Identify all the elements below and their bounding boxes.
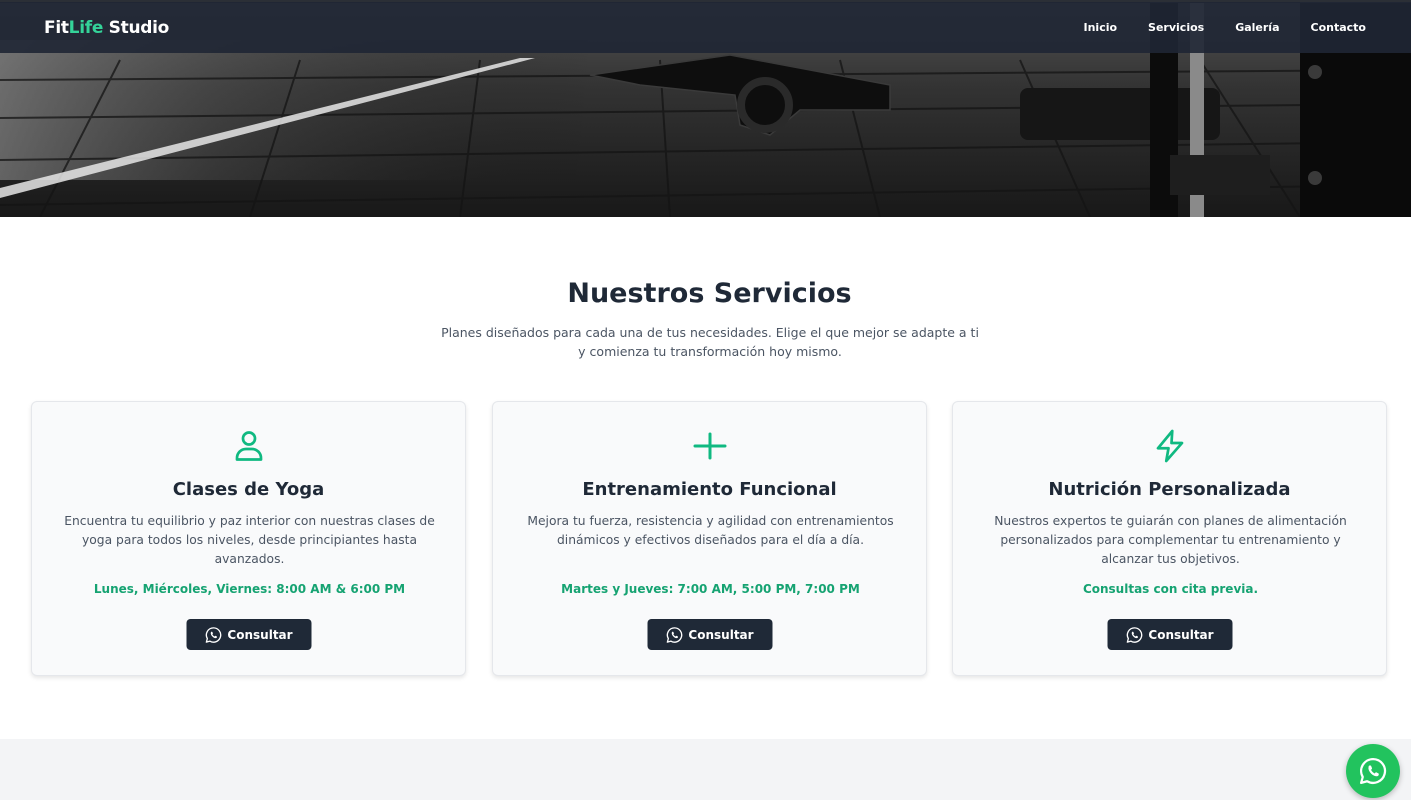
next-section-band bbox=[0, 739, 1411, 800]
section-title: Nuestros Servicios bbox=[567, 278, 852, 309]
card-title: Clases de Yoga bbox=[172, 479, 325, 500]
consult-button-label: Consultar bbox=[1148, 627, 1214, 642]
consult-button-funcional[interactable]: Consultar bbox=[647, 619, 772, 650]
consult-button-label: Consultar bbox=[688, 627, 754, 642]
services-section: Nuestros Servicios Planes diseñados para… bbox=[0, 217, 1411, 739]
nav-links: Inicio Servicios Galería Contacto bbox=[1084, 21, 1367, 34]
card-description: Encuentra tu equilibrio y paz interior c… bbox=[64, 514, 435, 566]
brand-text-studio: Studio bbox=[103, 17, 170, 38]
whatsapp-icon bbox=[1125, 626, 1143, 644]
card-schedule: Lunes, Miércoles, Viernes: 8:00 AM & 6:0… bbox=[93, 582, 406, 596]
service-card-funcional: Entrenamiento Funcional Mejora tu fuerza… bbox=[492, 401, 927, 676]
navbar: FitLife Studio Inicio Servicios Galería … bbox=[0, 2, 1411, 53]
brand-text-life: Life bbox=[68, 17, 104, 38]
service-card-nutricion: Nutrición Personalizada Nuestros experto… bbox=[952, 401, 1387, 676]
lightning-icon bbox=[953, 428, 1386, 464]
consult-button-yoga[interactable]: Consultar bbox=[186, 619, 311, 650]
nav-link-contacto[interactable]: Contacto bbox=[1311, 21, 1366, 34]
card-schedule: Martes y Jueves: 7:00 AM, 5:00 PM, 7:00 … bbox=[561, 582, 860, 596]
section-subtitle: Planes diseñados para cada una de tus ne… bbox=[441, 325, 979, 359]
card-title: Nutrición Personalizada bbox=[1048, 479, 1291, 500]
plus-icon bbox=[493, 428, 926, 464]
consult-button-nutricion[interactable]: Consultar bbox=[1107, 619, 1232, 650]
nav-link-servicios[interactable]: Servicios bbox=[1148, 21, 1204, 34]
consult-button-label: Consultar bbox=[227, 627, 293, 642]
nav-link-galeria[interactable]: Galería bbox=[1235, 21, 1279, 34]
whatsapp-icon bbox=[1360, 757, 1387, 784]
brand-text-fit: Fit bbox=[44, 17, 69, 38]
whatsapp-icon bbox=[204, 626, 222, 644]
nav-link-inicio[interactable]: Inicio bbox=[1084, 21, 1118, 34]
card-schedule: Consultas con cita previa. bbox=[1082, 582, 1259, 596]
card-description: Nuestros expertos te guiarán con planes … bbox=[994, 514, 1347, 566]
whatsapp-floating-button[interactable] bbox=[1346, 744, 1400, 798]
user-icon bbox=[32, 428, 465, 464]
brand-logo[interactable]: FitLife Studio bbox=[44, 18, 169, 38]
card-title: Entrenamiento Funcional bbox=[582, 479, 837, 500]
service-card-yoga: Clases de Yoga Encuentra tu equilibrio y… bbox=[31, 401, 466, 676]
whatsapp-icon bbox=[665, 626, 683, 644]
card-description: Mejora tu fuerza, resistencia y agilidad… bbox=[527, 514, 894, 547]
